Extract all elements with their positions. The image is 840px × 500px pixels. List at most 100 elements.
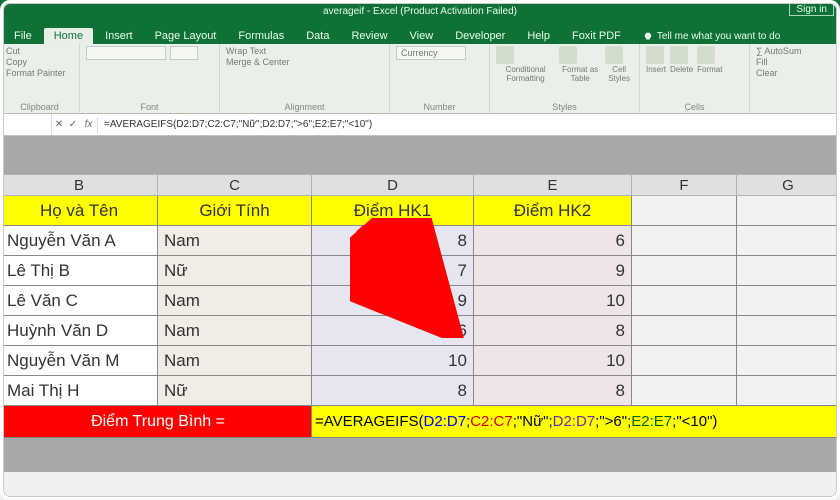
format-painter-button[interactable]: Format Painter	[6, 68, 66, 78]
fx-icon[interactable]: fx	[80, 117, 98, 133]
clear-button[interactable]: Clear	[756, 68, 801, 78]
summary-label[interactable]: Điểm Trung Bình =	[0, 406, 312, 438]
table-row-hk2[interactable]: 10	[474, 346, 632, 376]
number-format-dropdown[interactable]: Currency	[396, 46, 466, 60]
table-row-hk2[interactable]: 9	[474, 256, 632, 286]
lightbulb-icon	[643, 32, 653, 42]
col-header-B[interactable]: B	[0, 174, 158, 196]
empty-cell[interactable]	[632, 256, 737, 286]
tab-foxit-pdf[interactable]: Foxit PDF	[562, 28, 631, 44]
table-row-hk1[interactable]: 9	[312, 286, 474, 316]
empty-cell[interactable]	[737, 226, 840, 256]
cells-group-label: Cells	[646, 102, 743, 113]
cancel-formula-icon[interactable]: ✕	[52, 117, 66, 133]
worksheet[interactable]: B C D E F G Họ và Tên Giới Tính Điểm HK1…	[0, 174, 840, 438]
empty-cell[interactable]	[737, 316, 840, 346]
table-row-name[interactable]: Lê Văn C	[0, 286, 158, 316]
name-box[interactable]	[0, 114, 52, 135]
formula-input[interactable]: =AVERAGEIFS(D2:D7;C2:C7;"Nữ";D2:D7;">6";…	[100, 119, 840, 130]
table-row-name[interactable]: Huỳnh Văn D	[0, 316, 158, 346]
tab-data[interactable]: Data	[296, 28, 339, 44]
number-group-label: Number	[396, 102, 483, 113]
title-bar: averageif - Excel (Product Activation Fa…	[0, 0, 840, 22]
tab-insert[interactable]: Insert	[95, 28, 143, 44]
cell-styles-icon[interactable]	[605, 46, 623, 64]
tell-me-label: Tell me what you want to do	[657, 31, 780, 42]
table-row-hk1[interactable]: 8	[312, 226, 474, 256]
table-header-name[interactable]: Họ và Tên	[0, 196, 158, 226]
tab-file[interactable]: File	[4, 28, 42, 44]
table-header-gender[interactable]: Giới Tính	[158, 196, 312, 226]
empty-cell[interactable]	[737, 286, 840, 316]
format-table-icon[interactable]	[559, 46, 577, 64]
col-header-E[interactable]: E	[474, 174, 632, 196]
formula-cell[interactable]: =AVERAGEIFS(D2:D7;C2:C7;"Nữ";D2:D7;">6";…	[312, 406, 840, 438]
empty-cell[interactable]	[632, 346, 737, 376]
empty-cell[interactable]	[737, 376, 840, 406]
table-row-hk1[interactable]: 6	[312, 316, 474, 346]
empty-cell[interactable]	[632, 226, 737, 256]
empty-cell[interactable]	[737, 196, 840, 226]
font-family-dropdown[interactable]	[86, 46, 166, 60]
insert-cells-icon[interactable]	[646, 46, 664, 64]
table-header-hk1[interactable]: Điểm HK1	[312, 196, 474, 226]
table-row-hk2[interactable]: 10	[474, 286, 632, 316]
clipboard-group-label: Clipboard	[6, 102, 73, 113]
font-size-dropdown[interactable]	[170, 46, 198, 60]
wrap-text-button[interactable]: Wrap Text	[226, 46, 290, 56]
tab-formulas[interactable]: Formulas	[228, 28, 294, 44]
table-row-gender[interactable]: Nam	[158, 346, 312, 376]
col-header-C[interactable]: C	[158, 174, 312, 196]
tab-help[interactable]: Help	[517, 28, 560, 44]
empty-cell[interactable]	[737, 256, 840, 286]
table-row-name[interactable]: Nguyễn Văn M	[0, 346, 158, 376]
tab-view[interactable]: View	[400, 28, 444, 44]
empty-cell[interactable]	[632, 376, 737, 406]
col-header-G[interactable]: G	[737, 174, 840, 196]
table-row-gender[interactable]: Nam	[158, 316, 312, 346]
conditional-formatting-icon[interactable]	[496, 46, 514, 64]
table-row-gender[interactable]: Nam	[158, 286, 312, 316]
table-row-hk2[interactable]: 6	[474, 226, 632, 256]
table-row-gender[interactable]: Nam	[158, 226, 312, 256]
autosum-button[interactable]: ∑ AutoSum	[756, 46, 801, 56]
tab-page-layout[interactable]: Page Layout	[145, 28, 227, 44]
cell-styles-label: Cell Styles	[605, 65, 633, 83]
table-header-hk2[interactable]: Điểm HK2	[474, 196, 632, 226]
empty-cell[interactable]	[632, 316, 737, 346]
table-row-hk2[interactable]: 8	[474, 316, 632, 346]
table-row-hk1[interactable]: 7	[312, 256, 474, 286]
fill-button[interactable]: Fill	[756, 57, 801, 67]
merge-center-button[interactable]: Merge & Center	[226, 57, 290, 67]
col-header-D[interactable]: D	[312, 174, 474, 196]
format-table-label: Format as Table	[559, 65, 601, 83]
table-row-name[interactable]: Lê Thị B	[0, 256, 158, 286]
table-row-gender[interactable]: Nữ	[158, 376, 312, 406]
empty-cell[interactable]	[737, 346, 840, 376]
styles-group-label: Styles	[496, 102, 633, 113]
table-row-name[interactable]: Mai Thị H	[0, 376, 158, 406]
delete-cells-label: Delete	[670, 65, 693, 74]
table-row-hk2[interactable]: 8	[474, 376, 632, 406]
empty-cell[interactable]	[632, 196, 737, 226]
table-row-hk1[interactable]: 8	[312, 376, 474, 406]
format-cells-label: Format	[697, 65, 722, 74]
format-cells-icon[interactable]	[697, 46, 715, 64]
tab-review[interactable]: Review	[341, 28, 397, 44]
copy-button[interactable]: Copy	[6, 57, 66, 67]
col-header-F[interactable]: F	[632, 174, 737, 196]
alignment-group-label: Alignment	[226, 102, 383, 113]
table-row-name[interactable]: Nguyễn Văn A	[0, 226, 158, 256]
insert-cells-label: Insert	[646, 65, 666, 74]
enter-formula-icon[interactable]: ✓	[66, 117, 80, 133]
table-row-gender[interactable]: Nữ	[158, 256, 312, 286]
delete-cells-icon[interactable]	[670, 46, 688, 64]
font-group-label: Font	[86, 102, 213, 113]
cut-button[interactable]: Cut	[6, 46, 66, 56]
tell-me-search[interactable]: Tell me what you want to do	[639, 29, 784, 44]
empty-cell[interactable]	[632, 286, 737, 316]
tab-home[interactable]: Home	[44, 28, 93, 44]
signin-button[interactable]: Sign in	[789, 3, 834, 16]
tab-developer[interactable]: Developer	[445, 28, 515, 44]
table-row-hk1[interactable]: 10	[312, 346, 474, 376]
